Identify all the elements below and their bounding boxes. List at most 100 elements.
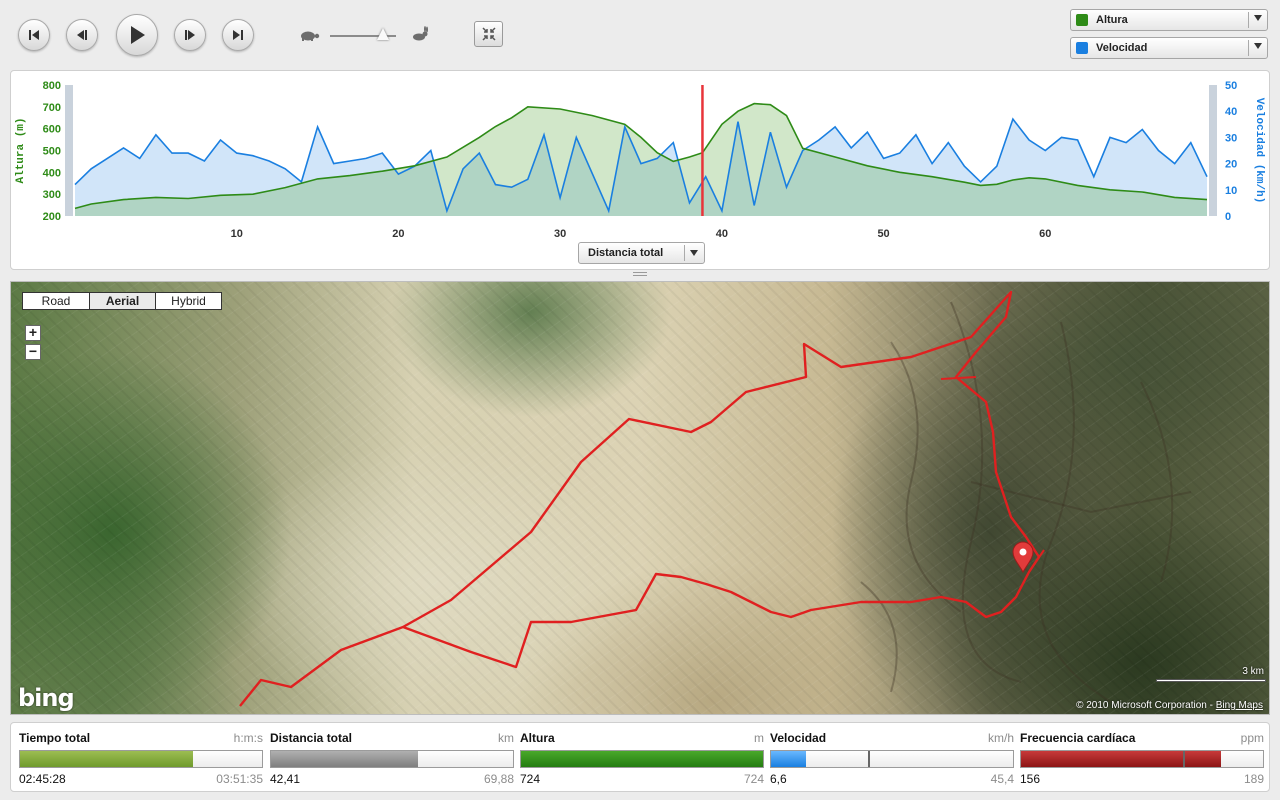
map-pin-icon[interactable] bbox=[1012, 541, 1034, 573]
map-scale: 3 km bbox=[1156, 666, 1266, 682]
stat-name: Altura bbox=[520, 731, 555, 745]
speed-slider-thumb[interactable] bbox=[376, 28, 389, 40]
y-left-tick-label: 600 bbox=[43, 124, 61, 136]
chevron-down-icon bbox=[1254, 15, 1262, 21]
scale-bar bbox=[1156, 679, 1266, 682]
scale-label: 3 km bbox=[1242, 666, 1264, 677]
stat-progress-fill bbox=[521, 751, 763, 767]
x-axis-select[interactable]: Distancia total bbox=[578, 242, 705, 264]
y-right-tick-label: 0 bbox=[1225, 211, 1231, 223]
copyright-text: © 2010 Microsoft Corporation bbox=[1076, 700, 1207, 711]
left-axis-band bbox=[65, 85, 73, 216]
skip-to-end-button[interactable] bbox=[222, 19, 254, 51]
x-tick-label: 10 bbox=[231, 228, 243, 240]
chevron-down-icon bbox=[1254, 43, 1262, 49]
y-left-axis-title: Altura (m) bbox=[15, 117, 27, 183]
y-left-tick-label: 400 bbox=[43, 167, 61, 179]
play-button[interactable] bbox=[116, 14, 158, 56]
y-right-axis-title: Velocidad (km/h) bbox=[1253, 98, 1265, 204]
profile-chart-panel: 200 300 400 500 600 700 800 0 10 20 30 40 50 10 20 30 40… bbox=[10, 70, 1270, 270]
zoom-in-button[interactable]: + bbox=[25, 325, 41, 341]
rabbit-icon bbox=[413, 26, 428, 41]
y-right-tick-label: 30 bbox=[1225, 132, 1237, 144]
y-left-tick-label: 500 bbox=[43, 146, 61, 158]
map-type-road-button[interactable]: Road bbox=[23, 293, 89, 309]
terrain-ridges bbox=[860, 301, 1192, 703]
stats-panel: Tiempo total h:m:s 02:45:28 03:51:35 Dis… bbox=[10, 722, 1270, 792]
stat-progress-bar bbox=[770, 750, 1014, 768]
stat-unit: h:m:s bbox=[233, 731, 263, 745]
stat-max-value: 03:51:35 bbox=[216, 772, 263, 786]
stat-distancia-total: Distancia total km 42,41 69,88 bbox=[270, 723, 514, 793]
y-right-tick-label: 40 bbox=[1225, 106, 1237, 118]
skip-to-start-button[interactable] bbox=[18, 19, 50, 51]
stat-current-value: 6,6 bbox=[770, 772, 787, 786]
stat-frecuencia-cardiaca: Frecuencia cardíaca ppm 156 189 bbox=[1020, 723, 1264, 793]
stat-unit: km/h bbox=[987, 731, 1014, 745]
map-type-switcher: Road Aerial Hybrid bbox=[22, 292, 222, 310]
step-back-button[interactable] bbox=[66, 19, 98, 51]
zoom-out-button[interactable]: − bbox=[25, 344, 41, 360]
stat-unit: m bbox=[754, 731, 764, 745]
stat-name: Frecuencia cardíaca bbox=[1020, 731, 1136, 745]
x-tick-label: 50 bbox=[877, 228, 889, 240]
stat-max-value: 189 bbox=[1243, 772, 1264, 786]
stat-name: Distancia total bbox=[270, 731, 353, 745]
route-path bbox=[239, 290, 1041, 707]
bing-maps-link[interactable]: Bing Maps bbox=[1216, 700, 1263, 711]
y-right-tick-label: 20 bbox=[1225, 159, 1237, 171]
stat-max-value: 724 bbox=[743, 772, 764, 786]
stat-max-value: 45,4 bbox=[990, 772, 1014, 786]
series-color-swatch bbox=[1076, 14, 1088, 26]
stat-tiempo-total: Tiempo total h:m:s 02:45:28 03:51:35 bbox=[19, 723, 263, 793]
route-map[interactable]: Road Aerial Hybrid + − bing 3 km © 2010 … bbox=[10, 281, 1270, 715]
stat-current-value: 42,41 bbox=[270, 772, 301, 786]
stat-max-value: 69,88 bbox=[483, 772, 514, 786]
series-select-altura[interactable]: Altura bbox=[1070, 9, 1268, 31]
step-back-icon bbox=[77, 30, 87, 40]
stat-unit: km bbox=[498, 731, 514, 745]
skip-start-icon bbox=[29, 30, 39, 40]
stat-name: Velocidad bbox=[770, 731, 827, 745]
stat-progress-fill bbox=[271, 751, 418, 767]
y-left-tick-label: 700 bbox=[43, 102, 61, 114]
stat-progress-bar bbox=[19, 750, 263, 768]
map-type-hybrid-button[interactable]: Hybrid bbox=[155, 293, 221, 309]
stat-progress-bar bbox=[520, 750, 764, 768]
x-tick-label: 20 bbox=[392, 228, 404, 240]
playback-toolbar: Altura Velocidad bbox=[0, 0, 1280, 70]
y-right-tick-label: 50 bbox=[1225, 80, 1237, 92]
x-tick-label: 30 bbox=[554, 228, 566, 240]
map-copyright: © 2010 Microsoft Corporation - Bing Maps bbox=[1076, 700, 1263, 711]
stat-progress-fill bbox=[771, 751, 807, 767]
series-select-label: Altura bbox=[1096, 14, 1128, 26]
skip-end-icon bbox=[233, 30, 243, 40]
stat-average-marker bbox=[1183, 751, 1186, 767]
panel-splitter-handle[interactable] bbox=[633, 272, 647, 277]
step-forward-button[interactable] bbox=[174, 19, 206, 51]
elevation-speed-chart[interactable]: 200 300 400 500 600 700 800 0 10 20 30 40 50 10 20 30 40… bbox=[11, 71, 1269, 269]
turtle-icon bbox=[301, 31, 320, 41]
stat-current-value: 156 bbox=[1020, 772, 1041, 786]
stat-progress-fill bbox=[20, 751, 193, 767]
map-type-aerial-button[interactable]: Aerial bbox=[89, 293, 155, 309]
stat-current-value: 724 bbox=[520, 772, 541, 786]
collapse-view-button[interactable] bbox=[474, 21, 503, 47]
step-forward-icon bbox=[185, 30, 195, 40]
x-tick-label: 40 bbox=[716, 228, 728, 240]
chevron-down-icon bbox=[690, 250, 698, 256]
series-select-velocidad[interactable]: Velocidad bbox=[1070, 37, 1268, 59]
stat-progress-fill bbox=[1021, 751, 1221, 767]
stat-progress-bar bbox=[1020, 750, 1264, 768]
route-overlay bbox=[239, 290, 1192, 707]
series-select-label: Velocidad bbox=[1096, 42, 1148, 54]
stat-current-value: 02:45:28 bbox=[19, 772, 66, 786]
right-axis-band bbox=[1209, 85, 1217, 216]
play-icon bbox=[131, 26, 145, 44]
x-axis-select-label: Distancia total bbox=[588, 247, 664, 259]
stat-altura: Altura m 724 724 bbox=[520, 723, 764, 793]
stat-unit: ppm bbox=[1240, 731, 1264, 745]
y-left-tick-label: 200 bbox=[43, 211, 61, 223]
stat-name: Tiempo total bbox=[19, 731, 91, 745]
y-right-tick-label: 10 bbox=[1225, 185, 1237, 197]
